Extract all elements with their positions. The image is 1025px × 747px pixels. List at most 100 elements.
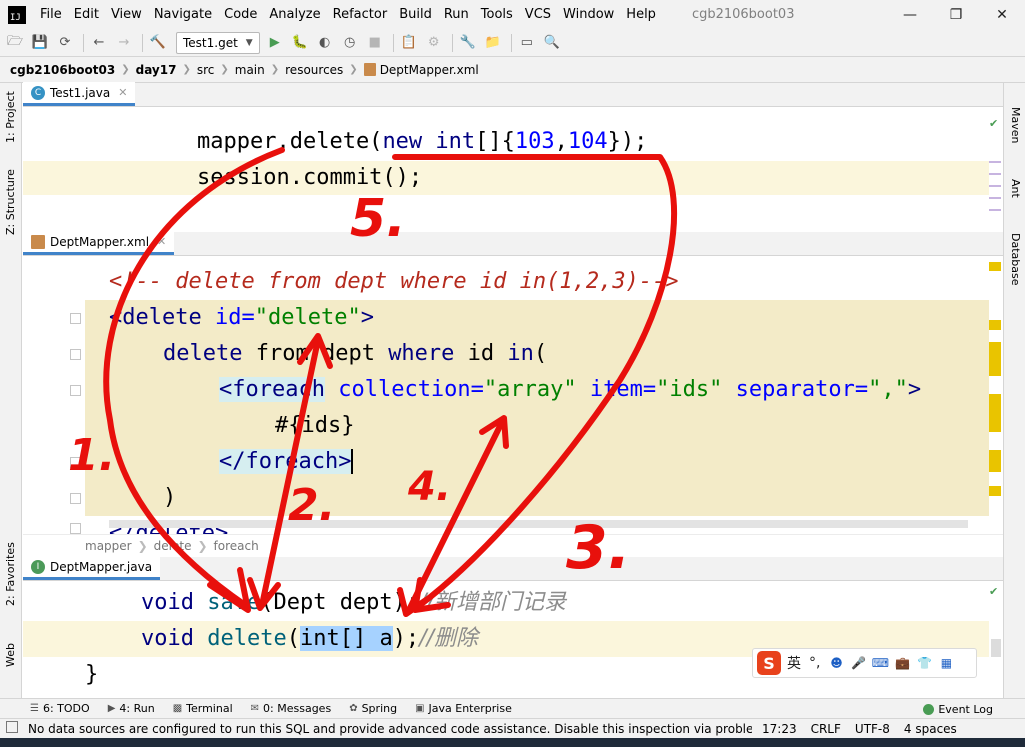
code-token: item xyxy=(589,377,643,402)
line-separator[interactable]: CRLF xyxy=(811,722,841,736)
build-hammer-icon[interactable]: 🔨 xyxy=(147,32,169,54)
scroll-thumb[interactable] xyxy=(991,639,1001,657)
tab-deptmapper-xml[interactable]: DeptMapper.xml ✕ xyxy=(23,231,175,255)
menu-help[interactable]: Help xyxy=(620,7,662,22)
crumb-file[interactable]: DeptMapper.xml xyxy=(380,63,479,77)
debug-icon[interactable]: 🐛 xyxy=(289,32,311,54)
close-tab-icon[interactable]: ✕ xyxy=(118,86,127,99)
tool-windows-toggle-icon[interactable] xyxy=(6,721,18,733)
breadcrumb-item[interactable]: mapper xyxy=(85,539,132,553)
skin-shirt-icon[interactable]: 👕 xyxy=(916,655,932,671)
messages-tool-tab[interactable]: ✉ 0: Messages xyxy=(251,702,332,715)
profile-icon[interactable]: ◷ xyxy=(339,32,361,54)
menu-refactor[interactable]: Refactor xyxy=(327,7,394,22)
web-tool-tab[interactable]: Web xyxy=(4,643,17,667)
editor-deptmapper-java[interactable]: void save(Dept dept);//新增部门记录 void delet… xyxy=(23,581,1003,698)
favorites-tool-tab[interactable]: 2: Favorites xyxy=(4,542,17,606)
vcs-icon[interactable]: ⚙ xyxy=(423,32,445,54)
code-token: 103 xyxy=(514,129,555,154)
fold-marker-icon[interactable] xyxy=(70,385,81,396)
fold-marker-icon[interactable] xyxy=(70,523,81,534)
tab-deptmapper-java[interactable]: I DeptMapper.java xyxy=(23,556,161,580)
tool-tab-label: Java Enterprise xyxy=(428,702,512,715)
terminal-window-icon[interactable]: ▭ xyxy=(516,32,538,54)
code-token: }); xyxy=(607,129,648,154)
java-ee-icon: ▣ xyxy=(415,703,425,714)
fold-marker-icon[interactable] xyxy=(70,493,81,504)
search-icon[interactable]: 🔍 xyxy=(541,32,563,54)
code-token: collection xyxy=(338,377,471,402)
maven-tool-tab[interactable]: Maven xyxy=(1009,107,1022,143)
caret-position[interactable]: 17:23 xyxy=(762,722,797,736)
stop-icon[interactable]: ■ xyxy=(364,32,386,54)
open-folder-icon[interactable]: 🗁 xyxy=(4,32,26,54)
spring-tool-tab[interactable]: ✿ Spring xyxy=(349,702,397,715)
code-token: separator xyxy=(735,377,855,402)
code-token: void xyxy=(141,590,194,615)
coverage-icon[interactable]: ◐ xyxy=(314,32,336,54)
minimize-icon[interactable]: — xyxy=(887,0,933,29)
editor-deptmapper-xml[interactable]: <!-- delete from dept where id in(1,2,3)… xyxy=(23,256,1003,534)
sync-icon[interactable]: ⟳ xyxy=(54,32,76,54)
status-message[interactable]: No data sources are configured to run th… xyxy=(0,722,752,736)
tool-tab-label: Terminal xyxy=(186,702,233,715)
fold-marker-icon[interactable] xyxy=(70,457,81,468)
menu-edit[interactable]: Edit xyxy=(68,7,105,22)
back-arrow-icon[interactable]: ← xyxy=(88,32,110,54)
run-icon[interactable]: ▶ xyxy=(264,32,286,54)
crumb-src[interactable]: src xyxy=(197,63,215,77)
emoji-icon[interactable]: ☻ xyxy=(828,655,844,671)
wrench-icon[interactable]: 🔧 xyxy=(457,32,479,54)
crumb-project[interactable]: cgb2106boot03 xyxy=(10,63,115,77)
main-toolbar: 🗁 💾 ⟳ ← → 🔨 Test1.get ▼ ▶ 🐛 ◐ ◷ ■ 📋 ⚙ 🔧 … xyxy=(0,29,1025,57)
keyboard-icon[interactable]: ⌨ xyxy=(872,655,889,671)
run-configuration-select[interactable]: Test1.get ▼ xyxy=(176,31,260,54)
ime-punctuation[interactable]: °, xyxy=(809,655,820,671)
ant-tool-tab[interactable]: Ant xyxy=(1009,179,1022,198)
fold-marker-icon[interactable] xyxy=(70,349,81,360)
attach-icon[interactable]: 📋 xyxy=(398,32,420,54)
run-tool-tab[interactable]: ▶ 4: Run xyxy=(108,702,155,715)
scroll-marker xyxy=(989,197,1001,199)
editor-test1-java[interactable]: mapper.delete(new int[]{103,104}); sessi… xyxy=(23,107,1003,232)
menu-tools[interactable]: Tools xyxy=(475,7,519,22)
project-structure-icon[interactable]: 📁 xyxy=(482,32,504,54)
ime-toolbar[interactable]: S 英 °, ☻ 🎤 ⌨ 💼 👕 ▦ xyxy=(752,648,977,678)
crumb-main[interactable]: main xyxy=(235,63,265,77)
menu-run[interactable]: Run xyxy=(438,7,475,22)
indent-setting[interactable]: 4 spaces xyxy=(904,722,957,736)
database-tool-tab[interactable]: Database xyxy=(1009,233,1022,286)
file-encoding[interactable]: UTF-8 xyxy=(855,722,890,736)
forward-arrow-icon[interactable]: → xyxy=(113,32,135,54)
menu-code[interactable]: Code xyxy=(218,7,263,22)
crumb-module[interactable]: day17 xyxy=(136,63,177,77)
fold-marker-icon[interactable] xyxy=(70,313,81,324)
close-icon[interactable]: ✕ xyxy=(979,0,1025,29)
menu-window[interactable]: Window xyxy=(557,7,620,22)
event-log-tool-tab[interactable]: Event Log xyxy=(923,699,993,719)
ime-language[interactable]: 英 xyxy=(787,653,801,673)
structure-tool-tab[interactable]: Z: Structure xyxy=(4,169,17,235)
breadcrumb-item[interactable]: foreach xyxy=(214,539,259,553)
code-token: < xyxy=(109,305,123,330)
menu-vcs[interactable]: VCS xyxy=(519,7,557,22)
save-icon[interactable]: 💾 xyxy=(29,32,51,54)
java-enterprise-tool-tab[interactable]: ▣ Java Enterprise xyxy=(415,702,512,715)
maximize-icon[interactable]: ❐ xyxy=(933,0,979,29)
toolbox-icon[interactable]: 💼 xyxy=(894,655,910,671)
menu-build[interactable]: Build xyxy=(393,7,438,22)
microphone-icon[interactable]: 🎤 xyxy=(850,655,866,671)
menu-analyze[interactable]: Analyze xyxy=(263,7,326,22)
grid-menu-icon[interactable]: ▦ xyxy=(938,655,954,671)
breadcrumb-item[interactable]: delete xyxy=(154,539,192,553)
menu-file[interactable]: File xyxy=(34,7,68,22)
menu-view[interactable]: View xyxy=(105,7,148,22)
terminal-tool-tab[interactable]: ▩ Terminal xyxy=(173,702,233,715)
project-tool-tab[interactable]: 1: Project xyxy=(4,91,17,143)
todo-tool-tab[interactable]: ☰ 6: TODO xyxy=(30,702,90,715)
close-tab-icon[interactable]: ✕ xyxy=(157,235,166,248)
tab-test1-java[interactable]: C Test1.java ✕ xyxy=(23,82,136,106)
crumb-resources[interactable]: resources xyxy=(285,63,343,77)
horizontal-scrollbar[interactable] xyxy=(109,520,968,528)
menu-navigate[interactable]: Navigate xyxy=(148,7,218,22)
